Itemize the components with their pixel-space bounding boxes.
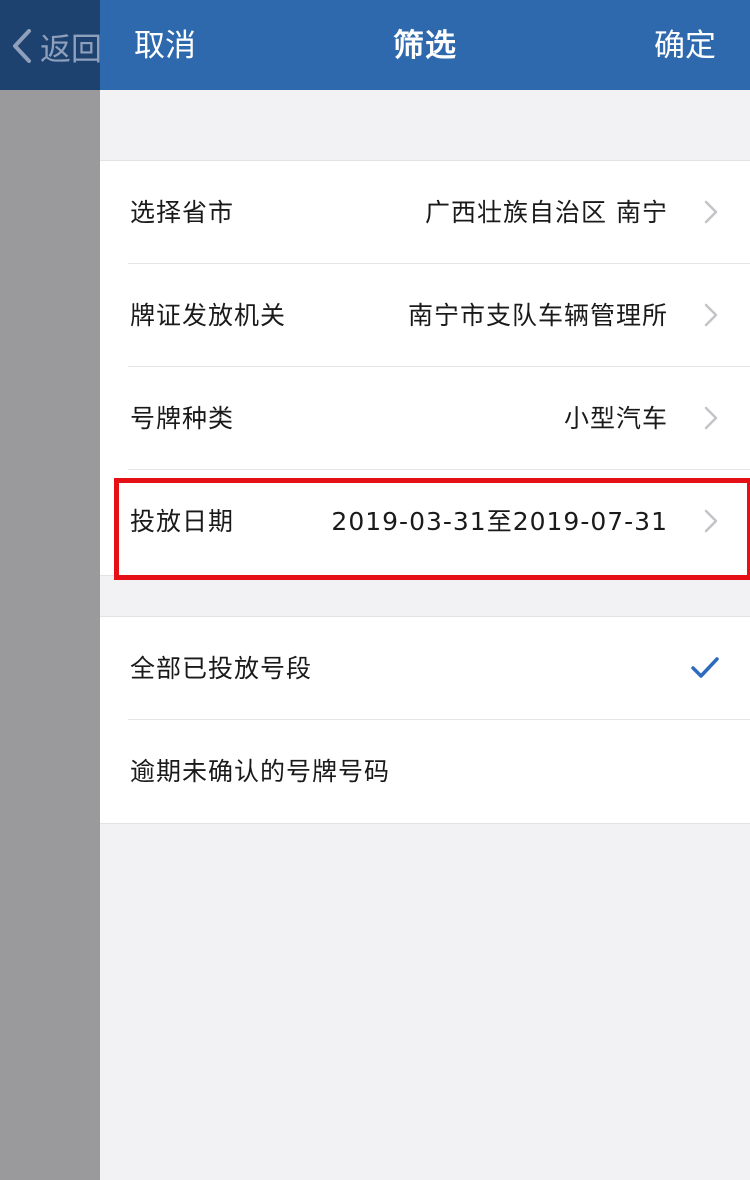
filter-group: 选择省市 广西壮族自治区 南宁 牌证发放机关 南宁市支队车辆管理所 号牌种类 小… (100, 160, 750, 576)
filter-value: 2019-03-31至2019-07-31 (331, 507, 668, 536)
panel-header: 取消 筛选 确定 (100, 0, 750, 90)
option-row-overdue-unconfirmed[interactable]: 逾期未确认的号牌号码 (100, 720, 750, 823)
filter-label: 选择省市 (130, 198, 235, 227)
filter-label: 号牌种类 (130, 404, 235, 433)
filter-panel: 取消 筛选 确定 选择省市 广西壮族自治区 南宁 牌证发放机关 南宁市支队车辆管… (100, 0, 750, 1180)
filter-row-issuing-authority[interactable]: 牌证发放机关 南宁市支队车辆管理所 (100, 264, 750, 367)
filter-label: 投放日期 (130, 507, 235, 536)
page-title: 筛选 (393, 28, 457, 64)
checkmark-icon (690, 656, 720, 680)
filter-value: 小型汽车 (563, 404, 668, 433)
filter-row-plate-type[interactable]: 号牌种类 小型汽车 (100, 367, 750, 470)
chevron-left-icon (12, 29, 32, 63)
option-label: 全部已投放号段 (130, 654, 313, 683)
option-label: 逾期未确认的号牌号码 (130, 757, 391, 786)
chevron-right-icon (704, 406, 718, 430)
confirm-button[interactable]: 确定 (654, 0, 716, 90)
filter-value: 广西壮族自治区 南宁 (425, 198, 668, 227)
option-row-all-released[interactable]: 全部已投放号段 (100, 617, 750, 720)
chevron-right-icon (704, 509, 718, 533)
filter-label: 牌证发放机关 (130, 301, 287, 330)
filter-row-province[interactable]: 选择省市 广西壮族自治区 南宁 (100, 161, 750, 264)
option-group: 全部已投放号段 逾期未确认的号牌号码 (100, 616, 750, 824)
filter-value: 南宁市支队车辆管理所 (407, 301, 668, 330)
back-button[interactable]: 返回 (12, 22, 102, 70)
chevron-right-icon (704, 200, 718, 224)
filter-row-release-date[interactable]: 投放日期 2019-03-31至2019-07-31 (100, 470, 750, 573)
back-label: 返回 (40, 31, 102, 68)
background-overlay[interactable] (0, 90, 100, 1180)
chevron-right-icon (704, 303, 718, 327)
